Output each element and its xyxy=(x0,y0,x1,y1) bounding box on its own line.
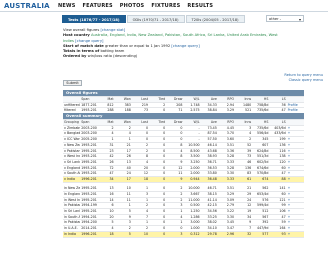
grouping-cell[interactable]: in West Indies xyxy=(63,197,81,204)
grouping-cell[interactable]: in South Africa xyxy=(63,214,81,221)
table-cell: 93 xyxy=(269,231,287,238)
summary-body: v Zimbabwe2003-200322000-73.454.453735/6… xyxy=(63,125,304,183)
table-cell: 1995-2017 xyxy=(80,148,98,155)
main-nav: NEWS FEATURES PHOTOS FIXTURES RESULTS xyxy=(58,3,213,9)
summary-header: Grouping xyxy=(63,119,81,126)
grouping-cell[interactable]: in India xyxy=(63,231,81,238)
table-cell: 1993-2015 xyxy=(80,191,98,198)
brand-title: AUSTRALIA xyxy=(4,1,50,10)
change-date-link[interactable]: [change query] xyxy=(171,44,199,48)
start-date-label: Start of match date xyxy=(63,43,104,48)
grouping-cell[interactable]: v England xyxy=(63,165,81,172)
grouping-cell[interactable]: v Sri Lanka xyxy=(63,159,81,166)
table-cell: 1993-2016 xyxy=(80,170,98,178)
table-cell: 3 xyxy=(166,231,184,238)
table-cell: 1995-2017 xyxy=(80,159,98,166)
submit-button[interactable]: Submit xyxy=(63,80,82,86)
grouping-cell[interactable]: v ICC World XI xyxy=(63,136,81,143)
table-cell: 2003-2003 xyxy=(80,125,98,132)
grouping-cell[interactable]: v Pakistan xyxy=(63,148,81,155)
query-filters: View overall figures [change stat] Host … xyxy=(63,28,283,60)
change-stat-link[interactable]: [change stat] xyxy=(100,28,125,32)
table-cell: 1877-2018 xyxy=(80,102,98,109)
table-cell: 10 xyxy=(131,231,150,238)
table-cell: 1996-2017 xyxy=(80,176,98,183)
start-date-value: greater than or equal to 1 Jan 1992 xyxy=(104,43,171,48)
table-cell: 1994-2002 xyxy=(80,219,98,227)
table-cell: 1995-2016 xyxy=(80,186,98,192)
table-cell: 1993-2017 xyxy=(80,165,98,172)
return-query-link[interactable]: Return to query menu xyxy=(284,73,323,77)
table-cell: 18 xyxy=(97,231,115,238)
table-cell: 1994-2018 xyxy=(80,214,98,221)
menu-links: Return to query menu Classic query menu xyxy=(284,73,323,82)
table-cell: 29.78 xyxy=(200,231,218,238)
tab-tests[interactable]: Tests (1876/77 - 2017/18) xyxy=(62,15,126,23)
table-cell: 32 xyxy=(235,231,253,238)
grouping-cell[interactable]: in England xyxy=(63,191,81,198)
grouping-cell[interactable]: v South Africa xyxy=(63,170,81,178)
host-country-label: Host country xyxy=(63,33,90,38)
table-cell: 1996-2017 xyxy=(80,231,98,238)
table-cell: 1994-1998 xyxy=(80,202,98,210)
grouping-cell[interactable]: v West Indies xyxy=(63,153,81,160)
venue-body: in New Zealand1995-2016131010210.00046.7… xyxy=(63,182,304,238)
table-cell: unfiltered xyxy=(63,102,81,109)
grouping-cell[interactable]: v Bangladesh xyxy=(63,130,81,138)
table-cell: 1993-2016 xyxy=(80,142,98,149)
grouping-cell[interactable]: in Pakistan xyxy=(63,219,81,227)
format-tabs: Tests (1876/77 - 2017/18) ODIs (1970/71 … xyxy=(62,15,246,23)
grouping-cell[interactable]: in Sri Lanka xyxy=(63,208,81,215)
table-cell: 577 xyxy=(252,231,270,238)
table-cell: 1993-2016 xyxy=(80,153,98,160)
top-navigation: AUSTRALIA NEWS FEATURES PHOTOS FIXTURES … xyxy=(0,0,328,12)
nav-results[interactable]: RESULTS xyxy=(187,3,213,9)
table-cell: 0 xyxy=(149,231,167,238)
tab-t20is[interactable]: T20Is (2004/05 - 2017/18) xyxy=(185,15,245,23)
other-format-select[interactable]: other - xyxy=(266,15,304,22)
grouping-cell[interactable]: in U.A.E. xyxy=(63,225,81,232)
table-cell: 1995-2016 xyxy=(80,208,98,215)
ordered-label: Ordered by xyxy=(63,54,87,59)
nav-photos[interactable]: PHOTOS xyxy=(120,3,145,9)
table-cell: 0.312 xyxy=(183,231,201,238)
nav-fixtures[interactable]: FIXTURES xyxy=(151,3,180,9)
view-overall-label: View overall figures xyxy=(63,28,100,32)
table-cell: 5 xyxy=(114,231,132,238)
grouping-cell[interactable]: in Pakistan xyxy=(63,202,81,210)
table-cell: 2003-2006 xyxy=(80,130,98,138)
table-cell: 2014-2018 xyxy=(80,225,98,232)
classic-query-link[interactable]: Classic query menu xyxy=(289,78,323,82)
grouping-cell[interactable]: v Zimbabwe xyxy=(63,125,81,132)
table-cell: 2.96 xyxy=(217,231,236,238)
grouping-cell[interactable]: v New Zealand xyxy=(63,142,81,149)
overall-figures-table: Overall figures Span Mat Won Lost Tied D… xyxy=(63,90,304,115)
tab-odis[interactable]: ODIs (1970/71 - 2017/18) xyxy=(126,15,185,23)
expand-icon[interactable]: + xyxy=(286,231,304,238)
change-host-link[interactable]: [change query] xyxy=(75,39,103,43)
ordered-value: win/loss ratio (descending) xyxy=(87,54,138,59)
grouping-cell[interactable]: in New Zealand xyxy=(63,186,81,192)
overall-summary-table: Overall summary Grouping Span Mat Won Lo… xyxy=(63,113,304,238)
totals-value: batting team xyxy=(100,49,125,54)
table-row: in India 1996-2017 18 5 10 0 3 0.312 29.78 2.96 32… xyxy=(63,231,304,238)
table-cell: 1995-2016 xyxy=(80,197,98,204)
totals-label: Totals in terms of xyxy=(63,49,100,54)
nav-news[interactable]: NEWS xyxy=(58,3,76,9)
table-cell: 2005-2005 xyxy=(80,136,98,143)
nav-features[interactable]: FEATURES xyxy=(83,3,113,9)
